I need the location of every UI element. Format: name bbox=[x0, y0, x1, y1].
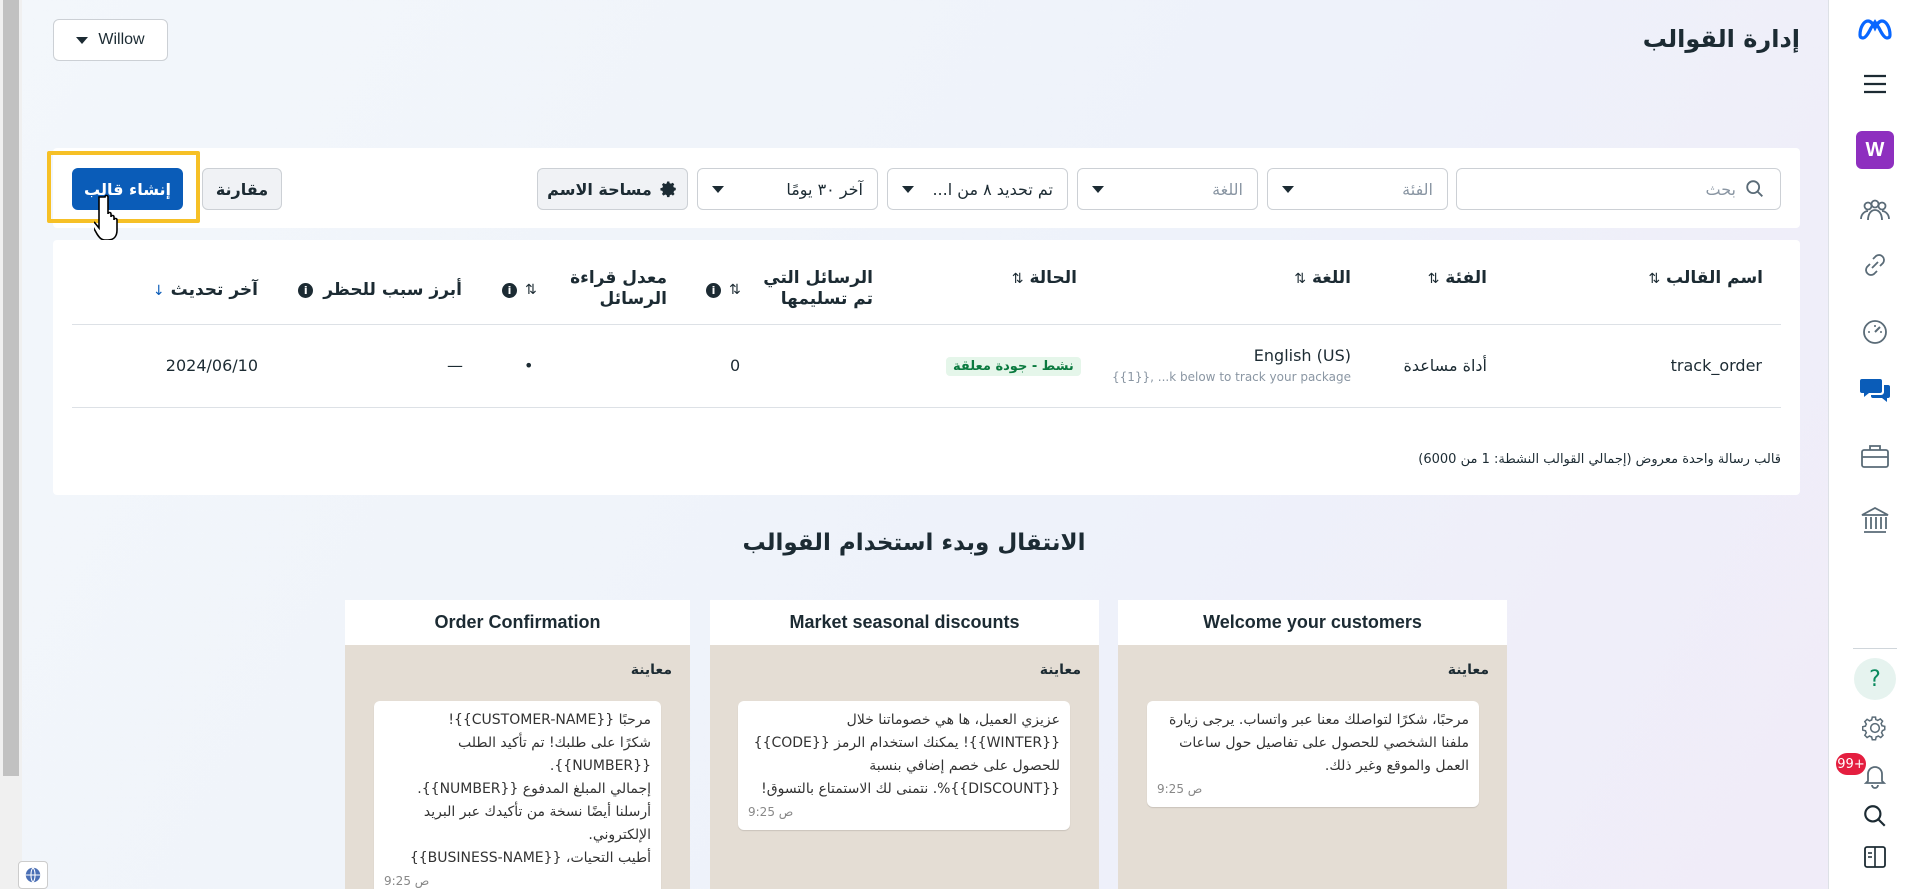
message-text: مرحبًا {{CUSTOMER-NAME}}! شكرًا على طلبك… bbox=[409, 712, 651, 866]
message-time: 9:25 ص bbox=[748, 805, 794, 819]
chat-icon[interactable] bbox=[1829, 376, 1920, 404]
category-select[interactable]: الفئة bbox=[1267, 168, 1448, 210]
caret-down-icon bbox=[712, 185, 724, 193]
sort-icon: ⇅ bbox=[1427, 271, 1440, 287]
sort-icon: ⇅ bbox=[1011, 271, 1024, 287]
help-icon[interactable]: ? bbox=[1829, 658, 1920, 700]
caret-down-icon bbox=[76, 36, 89, 44]
divider bbox=[72, 407, 1781, 408]
preview-label: معاينة bbox=[1447, 662, 1489, 678]
message-bubble: مرحبًا {{CUSTOMER-NAME}}! شكرًا على طلبك… bbox=[374, 701, 661, 889]
search-placeholder: بحث bbox=[1705, 179, 1737, 199]
cell-language-preview: {{1}}, ...k below to track your package bbox=[1112, 370, 1351, 384]
divider bbox=[72, 324, 1781, 325]
template-card-title: Market seasonal discounts bbox=[710, 600, 1099, 645]
caret-down-icon bbox=[1282, 185, 1294, 193]
briefcase-icon[interactable] bbox=[1829, 443, 1920, 469]
info-icon[interactable]: i bbox=[502, 283, 517, 298]
date-range-value: آخر ٣٠ يومًا bbox=[786, 179, 863, 199]
sort-down-icon: ↓ bbox=[152, 283, 165, 299]
language-placeholder: اللغة bbox=[1212, 179, 1243, 199]
caret-down-icon bbox=[902, 185, 914, 193]
sort-icon: ⇅ bbox=[1294, 271, 1307, 287]
status-selected-value: تم تحديد ٨ من ا... bbox=[932, 179, 1053, 199]
template-card-welcome[interactable]: Welcome your customers معاينة مرحبًا، شك… bbox=[1118, 600, 1507, 889]
people-icon[interactable] bbox=[1829, 199, 1920, 221]
bank-icon[interactable] bbox=[1829, 505, 1920, 535]
category-placeholder: الفئة bbox=[1402, 179, 1433, 199]
search-icon[interactable] bbox=[1829, 803, 1920, 829]
col-last-updated[interactable]: آخر تحديث ↓ bbox=[153, 280, 258, 302]
page-title: إدارة القوالب bbox=[1642, 25, 1800, 53]
preview-label: معاينة bbox=[1039, 662, 1081, 678]
compare-label: مقارنة bbox=[215, 179, 269, 199]
panel-icon[interactable] bbox=[1829, 845, 1920, 869]
link-icon[interactable] bbox=[1829, 251, 1920, 279]
cell-delivered: 0 bbox=[730, 356, 741, 375]
settings-icon[interactable] bbox=[1829, 715, 1920, 741]
message-time: 9:25 ص bbox=[384, 874, 430, 888]
compare-button[interactable]: مقارنة bbox=[202, 168, 282, 210]
namespace-label: مساحة الاسم bbox=[547, 179, 652, 199]
message-text: مرحبًا، شكرًا لتواصلك معنا عبر واتساب. ي… bbox=[1169, 712, 1469, 774]
sort-icon: ⇅ bbox=[1648, 271, 1661, 287]
template-card-seasonal[interactable]: Market seasonal discounts معاينة عزيزي ا… bbox=[710, 600, 1099, 889]
page-scrollbar[interactable] bbox=[0, 0, 22, 889]
sort-icon[interactable]: ⇅ bbox=[729, 280, 741, 301]
col-block-reason[interactable]: أبرز سبب للحظر i bbox=[298, 280, 462, 301]
col-delivered-icons: ⇅ i bbox=[706, 280, 741, 301]
sort-icon[interactable]: ⇅ bbox=[525, 280, 537, 301]
status-badge: نشط - جودة معلقة bbox=[946, 357, 1081, 376]
col-read-rate-icons: ⇅ i bbox=[502, 280, 537, 301]
status-select[interactable]: تم تحديد ٨ من ا... bbox=[887, 168, 1068, 210]
search-icon bbox=[1746, 180, 1763, 197]
info-icon[interactable]: i bbox=[706, 283, 721, 298]
message-bubble: مرحبًا، شكرًا لتواصلك معنا عبر واتساب. ي… bbox=[1147, 701, 1479, 807]
section-title: الانتقال وبدء استخدام القوالب bbox=[742, 530, 1086, 556]
cell-language: English (US) bbox=[1253, 346, 1351, 365]
col-language[interactable]: اللغة ⇅ bbox=[1294, 268, 1351, 290]
workspace-icon[interactable]: W bbox=[1829, 131, 1920, 169]
hand-cursor-icon bbox=[94, 194, 118, 241]
account-switcher[interactable]: Willow bbox=[53, 19, 168, 61]
menu-icon[interactable] bbox=[1829, 74, 1920, 94]
namespace-button[interactable]: مساحة الاسم bbox=[537, 168, 688, 210]
meta-logo-icon[interactable] bbox=[1829, 18, 1920, 40]
col-read-rate[interactable]: معدل قراءة الرسائل bbox=[570, 268, 667, 310]
search-input[interactable]: بحث bbox=[1456, 168, 1781, 210]
col-name[interactable]: اسم القالب ⇅ bbox=[1648, 268, 1763, 290]
scrollbar-thumb[interactable] bbox=[3, 0, 19, 776]
template-card-order[interactable]: Order Confirmation معاينة مرحبًا {{CUSTO… bbox=[345, 600, 690, 889]
preview-label: معاينة bbox=[630, 662, 672, 678]
cell-block-reason: — bbox=[447, 356, 463, 375]
globe-icon[interactable] bbox=[18, 861, 48, 889]
cell-read-rate: • bbox=[524, 356, 534, 375]
cell-name[interactable]: track_order bbox=[1671, 356, 1762, 375]
gear-icon bbox=[660, 181, 676, 198]
col-delivered[interactable]: الرسائل التي تم تسليمها bbox=[763, 268, 873, 310]
dashboard-gauge-icon[interactable] bbox=[1829, 318, 1920, 346]
template-card-title: Order Confirmation bbox=[345, 600, 690, 645]
message-bubble: عزيزي العميل، ها هي خصوماتنا خلال {{WINT… bbox=[738, 701, 1070, 830]
info-icon[interactable]: i bbox=[298, 283, 314, 298]
table-footer-note: قالب رسالة واحدة معروض (إجمالي القوالب ا… bbox=[1418, 452, 1781, 467]
template-card-title: Welcome your customers bbox=[1118, 600, 1507, 645]
language-select[interactable]: اللغة bbox=[1077, 168, 1258, 210]
cell-last-updated: 2024/06/10 bbox=[165, 356, 258, 375]
notification-badge: 99+ bbox=[1836, 753, 1866, 775]
rail-divider bbox=[1853, 648, 1897, 649]
col-category[interactable]: الفئة ⇅ bbox=[1428, 268, 1487, 290]
col-status[interactable]: الحالة ⇅ bbox=[1012, 268, 1077, 290]
caret-down-icon bbox=[1092, 185, 1104, 193]
message-time: 9:25 ص bbox=[1157, 782, 1203, 796]
account-name: Willow bbox=[98, 31, 145, 48]
cell-category: أداة مساعدة bbox=[1403, 356, 1487, 375]
date-range-select[interactable]: آخر ٣٠ يومًا bbox=[697, 168, 878, 210]
message-text: عزيزي العميل، ها هي خصوماتنا خلال {{WINT… bbox=[753, 712, 1060, 797]
